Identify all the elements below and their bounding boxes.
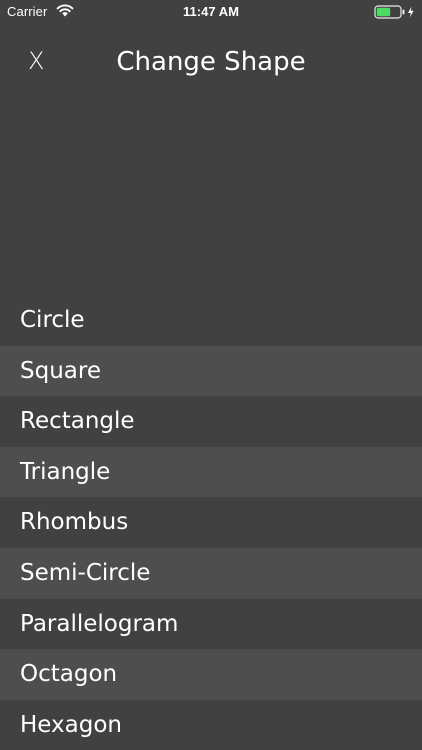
shape-option-triangle[interactable]: Triangle: [0, 446, 422, 498]
shape-option-rhombus[interactable]: Rhombus: [0, 497, 422, 548]
page-title: Change Shape: [116, 47, 306, 77]
charging-bolt-icon: [408, 6, 414, 18]
shape-list: Circle Square Rectangle Triangle Rhombus…: [0, 295, 422, 750]
status-time: 11:47 AM: [183, 4, 239, 19]
shape-option-semi-circle[interactable]: Semi-Circle: [0, 547, 422, 599]
battery-icon: [374, 5, 414, 19]
shape-option-octagon[interactable]: Octagon: [0, 649, 422, 700]
battery-level: [376, 7, 391, 17]
shape-option-parallelogram[interactable]: Parallelogram: [0, 598, 422, 650]
shape-option-hexagon[interactable]: Hexagon: [0, 699, 422, 750]
status-bar: Carrier 11:47 AM: [0, 0, 422, 26]
shape-option-circle[interactable]: Circle: [0, 295, 422, 346]
shape-option-rectangle[interactable]: Rectangle: [0, 396, 422, 447]
shape-option-square[interactable]: Square: [0, 345, 422, 397]
